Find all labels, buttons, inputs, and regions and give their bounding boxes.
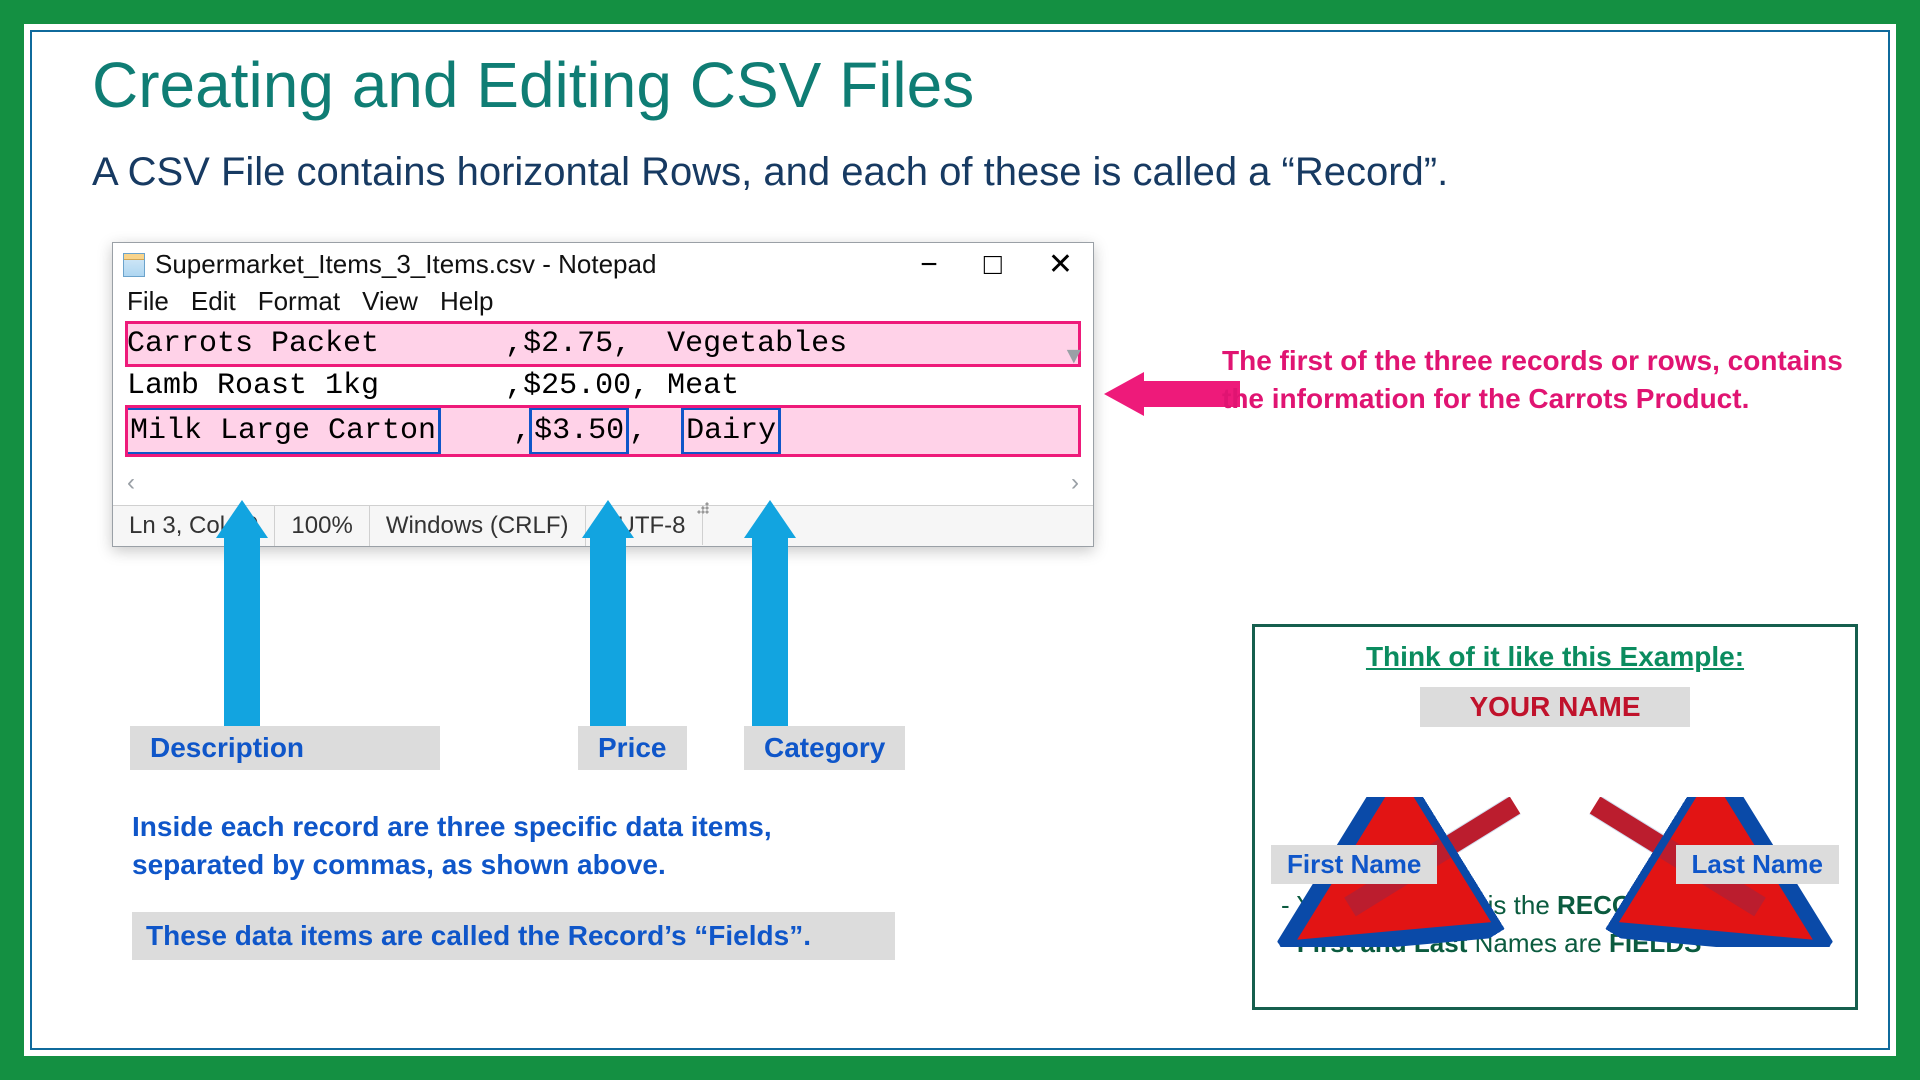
arrow-category <box>752 500 788 728</box>
slide-outer-border: Creating and Editing CSV Files A CSV Fil… <box>0 0 1920 1080</box>
menu-format[interactable]: Format <box>258 286 340 317</box>
example-box: Think of it like this Example: YOUR NAME… <box>1252 624 1858 1010</box>
example-last-name-label: Last Name <box>1676 845 1840 884</box>
example-first-name-label: First Name <box>1271 845 1437 884</box>
field-label-description: Description <box>130 726 440 770</box>
scroll-down-icon[interactable]: ▼ <box>1067 341 1081 375</box>
callout-first-record: The first of the three records or rows, … <box>1222 342 1862 418</box>
field-box-cat: Dairy <box>681 407 781 455</box>
field-box-desc: Milk Large Carton <box>125 407 441 455</box>
fields-explanation-text: Inside each record are three specific da… <box>132 808 852 884</box>
fields-definition-box: These data items are called the Record’s… <box>132 912 895 960</box>
slide-inner-border: Creating and Editing CSV Files A CSV Fil… <box>30 30 1890 1050</box>
arrow-description <box>224 500 260 728</box>
arrow-first-record <box>1104 372 1240 416</box>
arrow-price <box>590 500 626 728</box>
record-row-1: Carrots Packet ,$2.75, Vegetables <box>127 323 1079 365</box>
record-row-2: Lamb Roast 1kg ,$25.00, Meat <box>127 365 1079 407</box>
close-icon[interactable]: ✕ <box>1048 250 1073 280</box>
slide-title: Creating and Editing CSV Files <box>92 48 974 122</box>
field-label-category: Category <box>744 726 905 770</box>
minimize-icon[interactable]: − <box>920 250 938 280</box>
scroll-right-icon[interactable]: › <box>1071 469 1079 497</box>
status-eol: Windows (CRLF) <box>370 506 586 546</box>
notepad-title-text: Supermarket_Items_3_Items.csv - Notepad <box>155 249 910 280</box>
scroll-left-icon[interactable]: ‹ <box>127 469 135 497</box>
notepad-body[interactable]: Carrots Packet ,$2.75, Vegetables Lamb R… <box>113 323 1093 461</box>
field-box-price: $3.50 <box>529 407 629 455</box>
maximize-icon[interactable]: □ <box>984 250 1002 280</box>
record-row-3: Milk Large Carton ,$3.50, Dairy <box>127 407 1079 455</box>
notepad-hscroll[interactable]: ‹ › <box>113 461 1093 505</box>
status-zoom: 100% <box>275 506 369 546</box>
example-your-name: YOUR NAME <box>1420 687 1690 727</box>
notepad-menubar: File Edit Format View Help <box>113 282 1093 323</box>
slide-subtitle: A CSV File contains horizontal Rows, and… <box>92 150 1448 195</box>
menu-edit[interactable]: Edit <box>191 286 236 317</box>
status-encoding: UTF-8 <box>586 506 1094 546</box>
resize-grip-icon[interactable] <box>697 502 729 541</box>
menu-file[interactable]: File <box>127 286 169 317</box>
menu-help[interactable]: Help <box>440 286 493 317</box>
notepad-titlebar: Supermarket_Items_3_Items.csv - Notepad … <box>113 243 1093 282</box>
field-label-price: Price <box>578 726 687 770</box>
menu-view[interactable]: View <box>362 286 418 317</box>
notepad-icon <box>123 253 145 277</box>
example-title: Think of it like this Example: <box>1255 641 1855 673</box>
